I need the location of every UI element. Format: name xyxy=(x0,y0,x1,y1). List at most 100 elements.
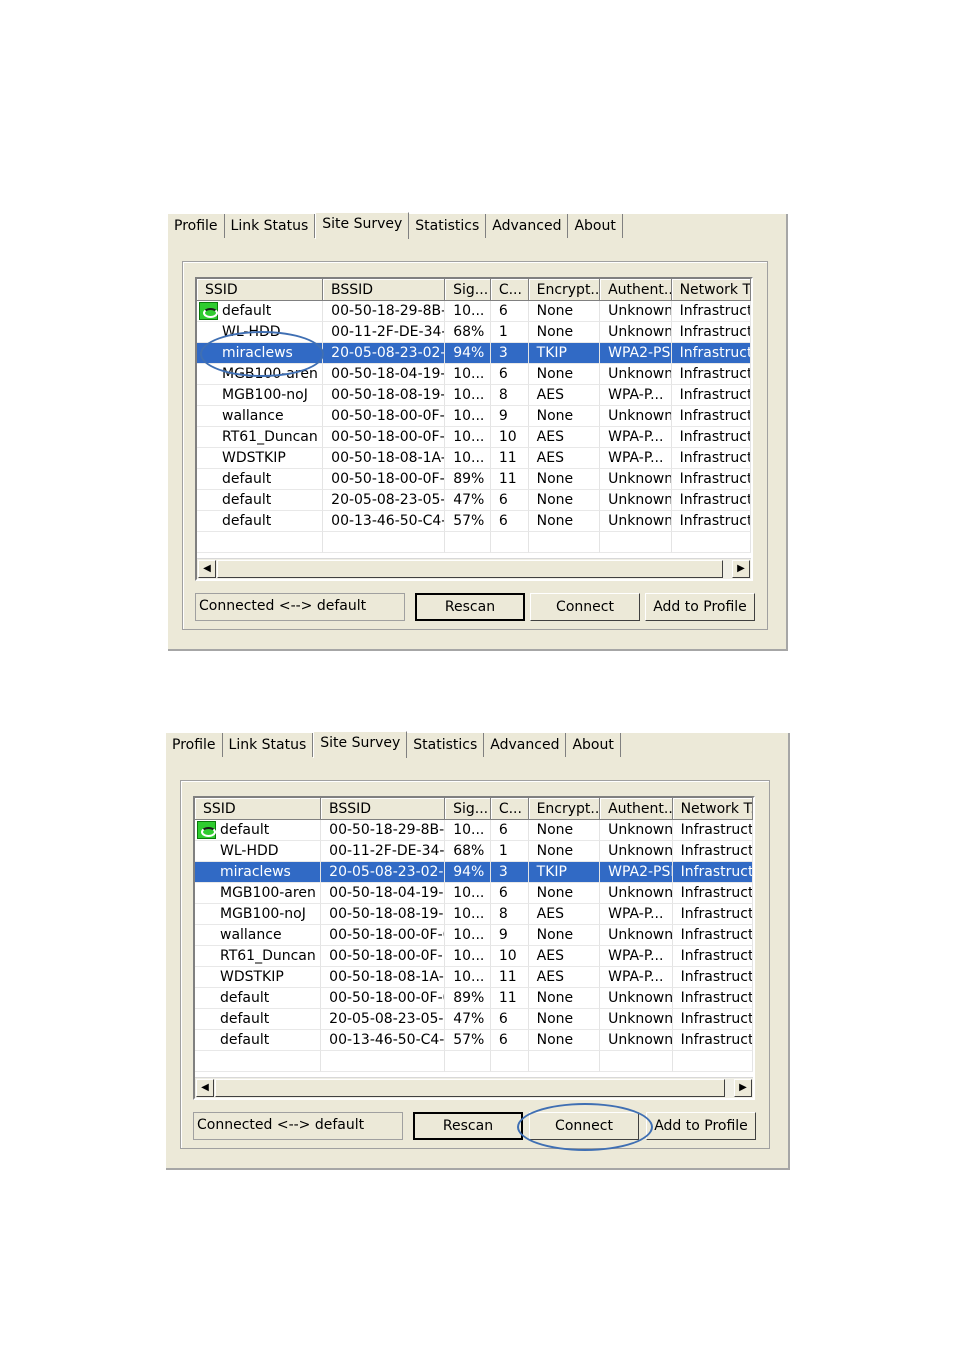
tab-statistics[interactable]: Statistics xyxy=(409,214,487,238)
cell-text: 00-50-18-08-1A-... xyxy=(329,969,446,985)
cell-text: Infrastruct... xyxy=(680,1032,753,1048)
column-header-channel[interactable]: C... xyxy=(490,798,529,820)
cell-text: None xyxy=(536,492,574,508)
table-row[interactable]: default 00-13-46-50-C4-... 57% 6 None Unknown… xyxy=(197,511,751,532)
cell-signal: 10... xyxy=(445,883,491,904)
tab-site-survey[interactable]: Site Survey xyxy=(315,212,410,239)
cell-ssid: wallance xyxy=(195,925,322,946)
tab-about[interactable]: About xyxy=(568,214,623,238)
site-survey-panel: SSID BSSID Sig... C... Encrypt... Authen… xyxy=(182,261,768,630)
cell-text: Infrastruct... xyxy=(680,1011,753,1027)
scroll-right-icon[interactable]: ▶ xyxy=(732,560,750,578)
column-header-encryption[interactable]: Encrypt... xyxy=(528,279,601,301)
column-header-authentication[interactable]: Authent... xyxy=(600,798,673,820)
scroll-left-icon[interactable]: ◀ xyxy=(198,560,216,578)
table-row[interactable]: MGB100-aren 00-50-18-04-19-15 10... 6 None Un… xyxy=(195,883,753,904)
cell-text: default xyxy=(222,303,272,319)
column-header-network-type[interactable]: Network T... xyxy=(672,798,753,820)
scroll-left-icon[interactable]: ◀ xyxy=(196,1079,214,1097)
table-row[interactable]: default 00-50-18-29-8B-... 10... 6 None Unkno… xyxy=(195,820,753,841)
cell-channel: 6 xyxy=(490,301,529,322)
cell-bssid: 00-50-18-08-1A-... xyxy=(323,448,446,469)
cell-authentication: Unknown xyxy=(600,883,673,904)
cell-bssid: 20-05-08-23-05-06 xyxy=(321,1009,446,1030)
table-row[interactable]: RT61_Duncan 00-50-18-00-0F-... 10... 10 AES W… xyxy=(195,946,753,967)
cell-text: 3 xyxy=(498,345,508,361)
column-header-bssid[interactable]: BSSID xyxy=(323,279,446,301)
cell-ssid: miraclews xyxy=(195,862,322,883)
column-header-authentication[interactable]: Authent... xyxy=(600,279,672,301)
cell-text: 57% xyxy=(453,1032,485,1048)
tab-link-status[interactable]: Link Status xyxy=(223,733,314,757)
cell-text: AES xyxy=(536,969,564,985)
cell-channel: 9 xyxy=(490,406,529,427)
cell-text: AES xyxy=(536,450,564,466)
tab-statistics[interactable]: Statistics xyxy=(407,733,485,757)
horizontal-scrollbar[interactable]: ◀ ▶ xyxy=(195,1077,753,1098)
table-row[interactable]: default 00-50-18-00-0F-02 89% 11 None Unknown… xyxy=(197,469,751,490)
table-row[interactable]: WL-HDD 00-11-2F-DE-34-... 68% 1 None Unknown I… xyxy=(195,841,753,862)
tab-advanced[interactable]: Advanced xyxy=(486,214,569,238)
tab-link-status[interactable]: Link Status xyxy=(225,214,316,238)
cell-bssid: 00-50-18-00-0F-... xyxy=(323,427,446,448)
network-list[interactable]: SSID BSSID Sig... C... Encrypt... Authen… xyxy=(195,277,753,581)
cell-text: 6 xyxy=(498,1011,508,1027)
tab-site-survey[interactable]: Site Survey xyxy=(313,731,408,758)
column-header-network-type[interactable]: Network T... xyxy=(671,279,751,301)
cell-bssid: 00-50-18-04-19-15 xyxy=(321,883,446,904)
scroll-right-icon[interactable]: ▶ xyxy=(734,1079,752,1097)
scroll-thumb[interactable] xyxy=(215,1079,725,1097)
tab-profile[interactable]: Profile xyxy=(166,733,223,757)
column-header-bssid[interactable]: BSSID xyxy=(321,798,446,820)
cell-text: Unknown xyxy=(608,408,672,424)
tab-about[interactable]: About xyxy=(566,733,621,757)
cell-text: 11 xyxy=(498,969,517,985)
connected-network-icon xyxy=(197,821,216,839)
cell-text: Unknown xyxy=(608,885,673,901)
cell-encryption: None xyxy=(528,364,601,385)
cell-signal: 10... xyxy=(445,925,491,946)
cell-text: 10... xyxy=(453,366,485,382)
table-row[interactable]: MGB100-noJ 00-50-18-08-19-01 10... 8 AES WPA-… xyxy=(195,904,753,925)
table-row[interactable]: RT61_Duncan 00-50-18-00-0F-... 10... 10 AES W… xyxy=(197,427,751,448)
horizontal-scrollbar[interactable]: ◀ ▶ xyxy=(197,558,751,579)
tab-profile[interactable]: Profile xyxy=(168,214,225,238)
column-header-signal[interactable]: Sig... xyxy=(445,279,491,301)
table-row[interactable]: wallance 00-50-18-00-0F-63 10... 9 None Unkno… xyxy=(195,925,753,946)
column-header-ssid[interactable]: SSID xyxy=(197,279,324,301)
table-row[interactable]: default 00-50-18-00-0F-02 89% 11 None Unknown… xyxy=(195,988,753,1009)
add-to-profile-button[interactable]: Add to Profile xyxy=(646,1112,756,1140)
column-header-ssid[interactable]: SSID xyxy=(195,798,322,820)
cell-text: None xyxy=(536,1011,574,1027)
table-row[interactable]: default 00-13-46-50-C4-... 57% 6 None Unknown… xyxy=(195,1030,753,1051)
cell-text: None xyxy=(536,843,574,859)
scroll-thumb[interactable] xyxy=(217,560,723,578)
cell-text: Infrastruct... xyxy=(679,387,750,403)
cell-text: 00-50-18-08-19-01 xyxy=(329,906,444,922)
table-row[interactable]: wallance 00-50-18-00-0F-63 10... 9 None Unkno… xyxy=(197,406,751,427)
column-header-encryption[interactable]: Encrypt... xyxy=(528,798,601,820)
cell-text: WPA-P... xyxy=(608,906,664,922)
add-to-profile-button[interactable]: Add to Profile xyxy=(645,593,755,621)
connect-button[interactable]: Connect xyxy=(530,593,640,621)
rescan-button[interactable]: Rescan xyxy=(413,1112,523,1140)
table-row[interactable]: miraclews 20-05-08-23-02-11 94% 3 TKIP WPA2-P… xyxy=(195,862,753,883)
cell-ssid: default xyxy=(197,469,324,490)
cell-channel: 9 xyxy=(490,925,529,946)
cell-signal: 10... xyxy=(445,427,491,448)
cell-bssid: 20-05-08-23-02-11 xyxy=(321,862,446,883)
column-header-channel[interactable]: C... xyxy=(490,279,529,301)
network-list[interactable]: SSID BSSID Sig... C... Encrypt... Authen… xyxy=(193,796,755,1100)
column-header-signal[interactable]: Sig... xyxy=(445,798,491,820)
cell-text: 94% xyxy=(453,864,485,880)
tab-advanced[interactable]: Advanced xyxy=(484,733,567,757)
table-row[interactable]: default 00-50-18-29-8B-... 10... 6 None Unkno… xyxy=(197,301,751,322)
table-row[interactable]: WDSTKIP 00-50-18-08-1A-... 10... 11 AES WPA-P… xyxy=(197,448,751,469)
cell-text: default xyxy=(222,471,272,487)
table-row[interactable]: default 20-05-08-23-05-06 47% 6 None Unknown I… xyxy=(195,1009,753,1030)
table-row[interactable]: default 20-05-08-23-05-06 47% 6 None Unknown I… xyxy=(197,490,751,511)
cell-ssid: default xyxy=(197,301,324,322)
table-row[interactable]: MGB100-noJ 00-50-18-08-19-01 10... 8 AES WPA-… xyxy=(197,385,751,406)
table-row[interactable]: WDSTKIP 00-50-18-08-1A-... 10... 11 AES WPA-P… xyxy=(195,967,753,988)
rescan-button[interactable]: Rescan xyxy=(415,593,525,621)
